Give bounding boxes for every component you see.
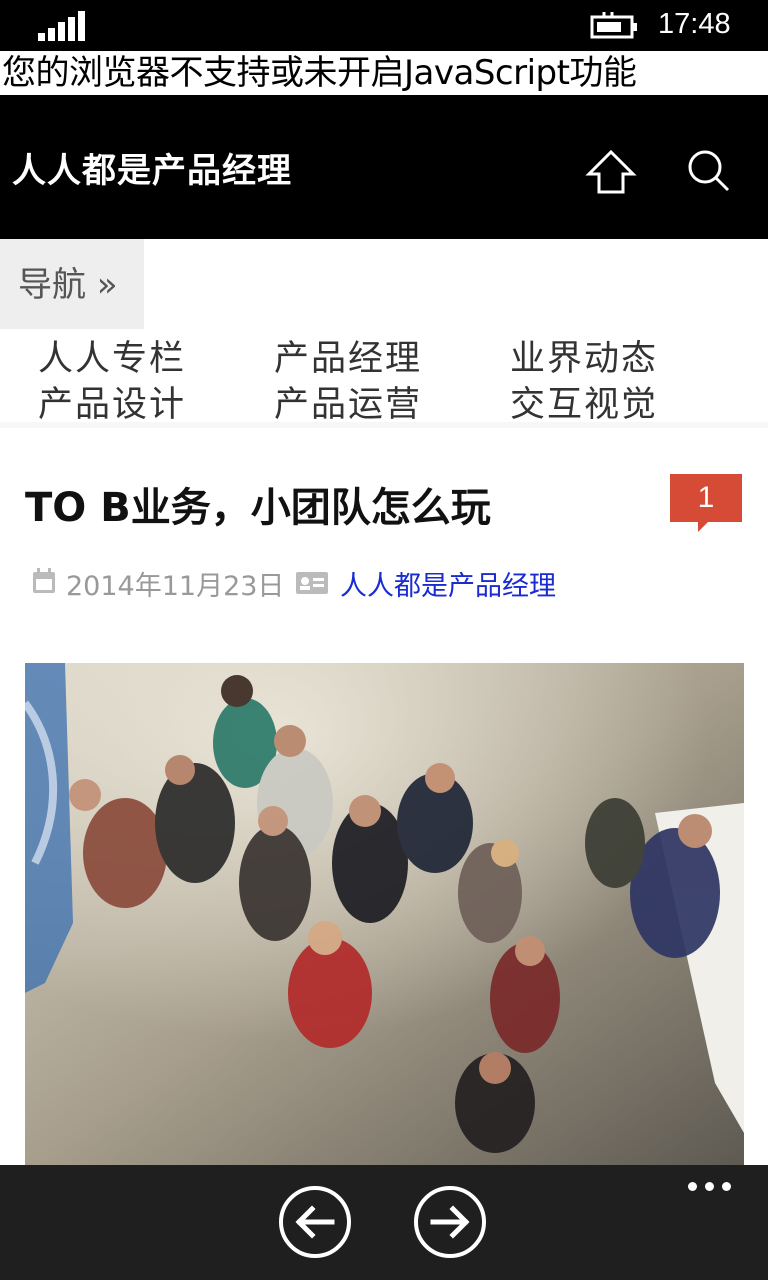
nav-item-product-design[interactable]: 产品设计: [38, 376, 186, 427]
search-icon[interactable]: [686, 148, 732, 194]
status-time: 17:48: [658, 8, 731, 40]
more-dots-icon[interactable]: [686, 1178, 734, 1198]
nav-item-product-manager[interactable]: 产品经理: [274, 330, 422, 381]
post-date: 2014年11月23日: [66, 571, 285, 602]
nav-item-interaction-visual[interactable]: 交互视觉: [510, 376, 658, 427]
nav-toggle-button[interactable]: 导航 »: [0, 239, 144, 329]
nav-item-product-operations[interactable]: 产品运营: [274, 376, 422, 427]
status-bar: 17:48: [0, 0, 768, 51]
nav-item-columns[interactable]: 人人专栏: [38, 330, 186, 381]
browser-app-bar: [0, 1165, 768, 1280]
article-photo[interactable]: [25, 663, 744, 1165]
id-card-icon: [296, 572, 328, 594]
site-title[interactable]: 人人都是产品经理: [12, 143, 292, 192]
speech-tail-icon: [698, 522, 708, 532]
battery-charging-icon: [590, 12, 637, 39]
nav-divider: [0, 422, 768, 428]
post-title[interactable]: TO B业务，小团队怎么玩: [25, 475, 491, 533]
comment-count: 1: [697, 481, 715, 514]
back-arrow-icon[interactable]: [278, 1185, 352, 1259]
post-author-link[interactable]: 人人都是产品经理: [340, 564, 556, 603]
noscript-warning: 您的浏览器不支持或未开启JavaScript功能: [0, 51, 768, 95]
comment-count-badge[interactable]: 1: [670, 474, 742, 532]
forward-arrow-icon[interactable]: [413, 1185, 487, 1259]
signal-bars-icon: [38, 11, 88, 41]
nav-item-industry-news[interactable]: 业界动态: [510, 330, 658, 381]
calendar-icon: [33, 568, 55, 593]
site-header: 人人都是产品经理: [0, 95, 768, 239]
home-icon[interactable]: [585, 148, 637, 196]
